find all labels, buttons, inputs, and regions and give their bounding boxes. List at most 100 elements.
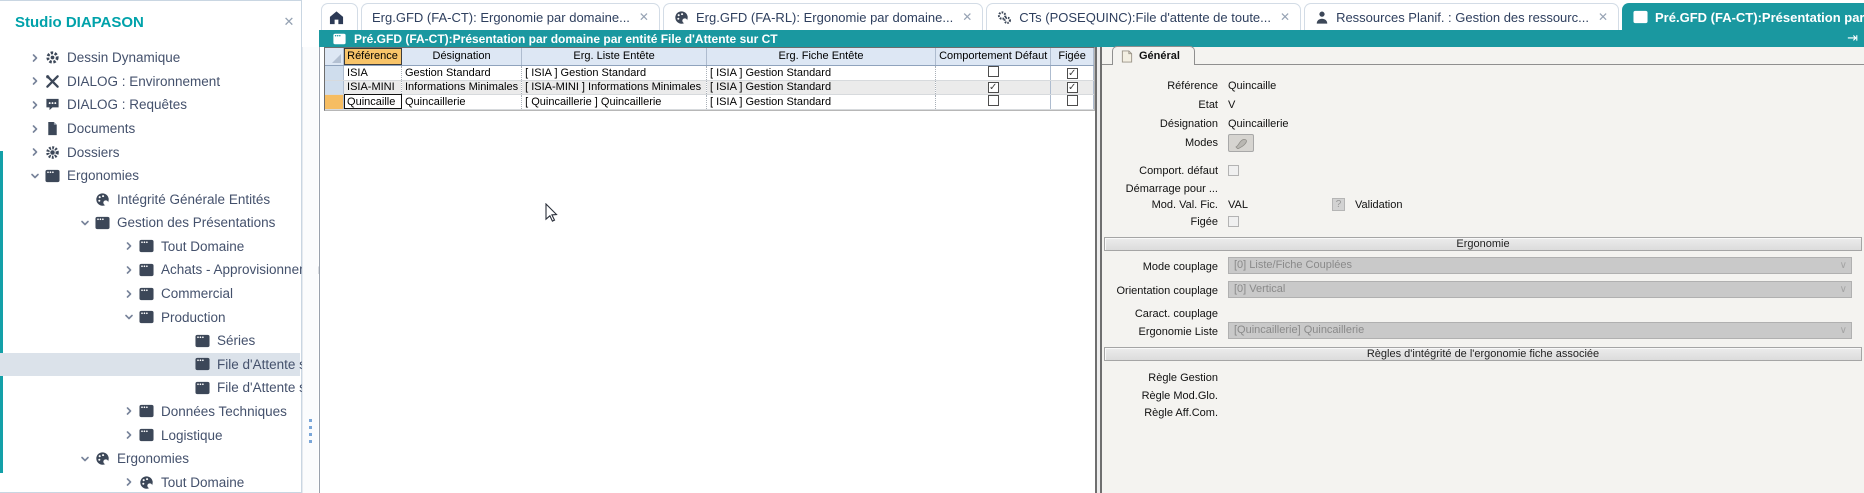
tab-general[interactable]: Général bbox=[1112, 46, 1195, 65]
field-label: Caract. couplage bbox=[1102, 308, 1218, 320]
tab-label: Pré.GFD (FA-CT):Présentation par domai..… bbox=[1655, 10, 1864, 25]
column-header-d-signation[interactable]: Désignation bbox=[402, 48, 522, 65]
column-header-fig-e[interactable]: Figée bbox=[1051, 48, 1094, 65]
chevron-right-icon[interactable] bbox=[120, 477, 138, 487]
sidebar-item-ergonomies[interactable]: Ergonomies bbox=[0, 447, 300, 471]
tab-document-2[interactable]: Erg.GFD (FA-RL): Ergonomie par domaine..… bbox=[663, 3, 983, 30]
tree-item-label: Intégrité Générale Entités bbox=[117, 192, 270, 207]
sidebar-item-production[interactable]: Production bbox=[0, 305, 300, 329]
navigation-tree: Dessin DynamiqueDIALOG : EnvironnementDI… bbox=[0, 46, 300, 493]
figee-checkbox[interactable]: ✓ bbox=[1067, 82, 1078, 93]
close-icon[interactable]: ✕ bbox=[962, 10, 972, 24]
navigator-sidebar: Studio DIAPASON ✕ Dessin DynamiqueDIALOG… bbox=[0, 0, 302, 493]
window-icon bbox=[138, 403, 154, 419]
column-header-erg-liste-ent-te[interactable]: Erg. Liste Entête bbox=[522, 48, 707, 65]
cell-erg_liste[interactable]: [ ISIA ] Gestion Standard bbox=[522, 65, 707, 80]
tree-item-label: Tout Domaine bbox=[161, 475, 244, 490]
document-titlebar: Pré.GFD (FA-CT):Présentation par domaine… bbox=[319, 30, 1864, 47]
figee-checkbox[interactable] bbox=[1228, 216, 1239, 227]
comport-defaut-checkbox[interactable] bbox=[1228, 165, 1239, 176]
chevron-right-icon[interactable] bbox=[26, 76, 44, 86]
sidebar-item-logistique[interactable]: Logistique bbox=[0, 423, 300, 447]
field-reference: Référence Quincaille bbox=[1102, 78, 1864, 93]
chevron-down-icon: ∨ bbox=[1840, 282, 1847, 297]
chevron-right-icon[interactable] bbox=[120, 289, 138, 299]
sidebar-item-commercial[interactable]: Commercial bbox=[0, 282, 300, 306]
chevron-down-icon[interactable] bbox=[76, 454, 94, 464]
figee-checkbox[interactable]: ✓ bbox=[1067, 68, 1078, 79]
row-indicator[interactable] bbox=[325, 94, 344, 109]
grip-dot bbox=[309, 419, 312, 422]
sidebar-item-dossiers[interactable]: Dossiers bbox=[0, 140, 300, 164]
cell-designation[interactable]: Quincaillerie bbox=[402, 94, 522, 109]
comportement-defaut-checkbox[interactable]: ✓ bbox=[988, 82, 999, 93]
row-indicator[interactable] bbox=[325, 80, 344, 94]
panel-splitter[interactable] bbox=[1095, 47, 1102, 493]
chevron-down-icon[interactable] bbox=[26, 171, 44, 181]
sidebar-item-file-d-attente-sur-ct[interactable]: File d'Attente sur CT bbox=[0, 353, 300, 377]
column-header-erg-fiche-ent-te[interactable]: Erg. Fiche Entête bbox=[707, 48, 936, 65]
tab-document-5[interactable]: Pré.GFD (FA-CT):Présentation par domai..… bbox=[1622, 3, 1864, 30]
modes-button[interactable] bbox=[1228, 134, 1254, 152]
sidebar-item-file-d-attente-sur-rl[interactable]: File d'Attente sur RL bbox=[0, 376, 300, 400]
cell-erg_liste[interactable]: [ ISIA-MINI ] Informations Minimales bbox=[522, 80, 707, 94]
sidebar-item-tout-domaine[interactable]: Tout Domaine bbox=[0, 235, 300, 259]
column-header-comportement-d-faut[interactable]: Comportement Défaut bbox=[936, 48, 1051, 65]
orientation-couplage-select[interactable]: [0] Vertical∨ bbox=[1228, 281, 1852, 298]
window-icon bbox=[138, 309, 154, 325]
cell-reference[interactable]: ISIA bbox=[344, 65, 402, 80]
chevron-down-icon[interactable] bbox=[76, 218, 94, 228]
cell-erg_fiche[interactable]: [ ISIA ] Gestion Standard bbox=[707, 94, 936, 109]
comportement-defaut-checkbox[interactable] bbox=[988, 66, 999, 77]
figee-checkbox[interactable] bbox=[1067, 95, 1078, 106]
chevron-right-icon[interactable] bbox=[120, 265, 138, 275]
row-indicator[interactable] bbox=[325, 65, 344, 80]
tree-scrollbar[interactable] bbox=[302, 47, 318, 493]
chevron-right-icon[interactable] bbox=[26, 124, 44, 134]
tab-document-3[interactable]: CTs (POSEQUINC):File d'attente de toute.… bbox=[986, 3, 1301, 30]
close-icon[interactable]: ✕ bbox=[281, 14, 297, 30]
sidebar-item-s-ries[interactable]: Séries bbox=[0, 329, 300, 353]
sidebar-item-tout-domaine[interactable]: Tout Domaine bbox=[0, 470, 300, 493]
grid-corner-cell[interactable] bbox=[325, 48, 344, 65]
close-icon[interactable]: ✕ bbox=[1598, 10, 1608, 24]
chevron-right-icon[interactable] bbox=[26, 147, 44, 157]
sidebar-item-dialog-requ-tes[interactable]: DIALOG : Requêtes bbox=[0, 93, 300, 117]
tab-document-1[interactable]: Erg.GFD (FA-CT): Ergonomie par domaine..… bbox=[361, 3, 660, 30]
tab-home[interactable] bbox=[321, 3, 358, 30]
sidebar-item-ergonomies[interactable]: Ergonomies bbox=[0, 164, 300, 188]
cell-reference[interactable]: ISIA-MINI bbox=[344, 80, 402, 94]
sidebar-item-dialog-environnement[interactable]: DIALOG : Environnement bbox=[0, 70, 300, 94]
sidebar-item-donn-es-techniques[interactable]: Données Techniques bbox=[0, 400, 300, 424]
close-icon[interactable]: ✕ bbox=[639, 10, 649, 24]
splitter-grip[interactable] bbox=[309, 419, 312, 443]
chevron-right-icon[interactable] bbox=[26, 100, 44, 110]
comportement-defaut-checkbox[interactable] bbox=[988, 95, 999, 106]
cell-erg_fiche[interactable]: [ ISIA ] Gestion Standard bbox=[707, 80, 936, 94]
chevron-right-icon[interactable] bbox=[120, 241, 138, 251]
cell-erg_fiche[interactable]: [ ISIA ] Gestion Standard bbox=[707, 65, 936, 80]
tab-document-4[interactable]: Ressources Planif. : Gestion des ressour… bbox=[1304, 3, 1619, 30]
chevron-down-icon[interactable] bbox=[120, 312, 138, 322]
chevron-right-icon[interactable] bbox=[120, 430, 138, 440]
sidebar-item-gestion-des-pr-sentations[interactable]: Gestion des Présentations bbox=[0, 211, 300, 235]
cell-erg_liste[interactable]: [ Quincaillerie ] Quincaillerie bbox=[522, 94, 707, 109]
sidebar-item-int-grit-g-n-rale-entit-s[interactable]: Intégrité Générale Entités bbox=[0, 187, 300, 211]
cell-designation[interactable]: Gestion Standard bbox=[402, 65, 522, 80]
grip-dot bbox=[309, 433, 312, 436]
column-header-r-f-rence[interactable]: Référence bbox=[344, 48, 402, 65]
pin-right-icon[interactable]: ⇥ bbox=[1847, 30, 1858, 46]
sidebar-item-dessin-dynamique[interactable]: Dessin Dynamique bbox=[0, 46, 300, 70]
chevron-right-icon[interactable] bbox=[120, 406, 138, 416]
close-icon[interactable]: ✕ bbox=[1280, 10, 1290, 24]
cell-designation[interactable]: Informations Minimales bbox=[402, 80, 522, 94]
help-button[interactable]: ? bbox=[1332, 198, 1345, 211]
field-ergonomie-liste: Ergonomie Liste [Quincaillerie] Quincail… bbox=[1102, 324, 1864, 339]
cell-reference[interactable]: Quincaille bbox=[344, 94, 402, 109]
chevron-right-icon[interactable] bbox=[26, 53, 44, 63]
mode-couplage-select[interactable]: [0] Liste/Fiche Couplées∨ bbox=[1228, 257, 1852, 274]
tree-item-label: Ergonomies bbox=[67, 168, 139, 183]
ergonomie-liste-select[interactable]: [Quincaillerie] Quincaillerie∨ bbox=[1228, 322, 1852, 339]
sidebar-item-documents[interactable]: Documents bbox=[0, 117, 300, 141]
sidebar-item-achats-approvisionnements[interactable]: Achats - Approvisionnements bbox=[0, 258, 300, 282]
